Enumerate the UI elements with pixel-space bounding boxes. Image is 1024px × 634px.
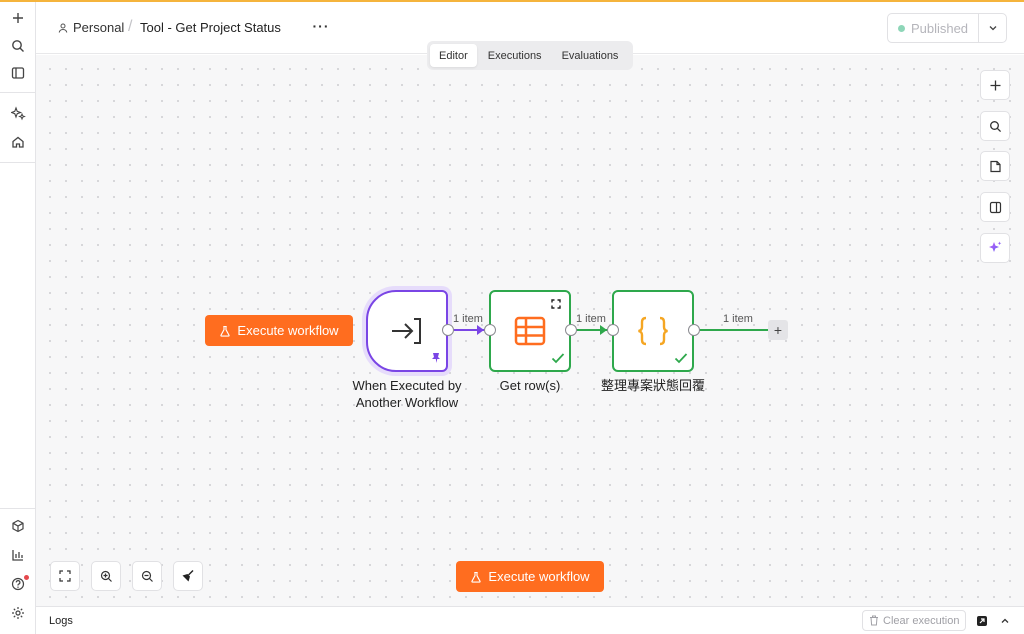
sign-in-arrow-icon (392, 318, 421, 344)
sidebar-divider (0, 162, 36, 163)
add-next-node-button[interactable]: + (768, 320, 788, 340)
left-sidebar (0, 2, 36, 634)
panel-toggle-icon[interactable] (6, 61, 30, 85)
tab-evaluations[interactable]: Evaluations (553, 44, 628, 67)
tidy-up-button[interactable] (173, 561, 203, 591)
templates-cube-icon[interactable] (6, 514, 30, 538)
home-icon[interactable] (6, 130, 30, 154)
zoom-in-icon (100, 570, 112, 582)
publish-dropdown-button[interactable] (978, 14, 1006, 42)
input-port[interactable] (484, 324, 496, 336)
table-icon (514, 316, 546, 346)
connection-item-count: 1 item (723, 313, 753, 325)
tab-editor[interactable]: Editor (430, 44, 477, 67)
breadcrumb-project[interactable]: Personal (58, 20, 124, 35)
chevron-down-icon (989, 26, 996, 31)
success-check-icon (551, 353, 565, 364)
clear-execution-label: Clear execution (883, 614, 960, 627)
focus-icon (551, 299, 561, 309)
workflow-title[interactable]: Tool - Get Project Status (140, 20, 281, 35)
logs-bar[interactable]: Logs Clear execution (36, 606, 1024, 634)
logs-title: Logs (49, 615, 73, 627)
node-trigger[interactable] (366, 290, 448, 372)
chevron-up-icon (1001, 618, 1009, 623)
publish-control: Published (887, 13, 1007, 43)
insights-chart-icon[interactable] (6, 543, 30, 567)
trash-icon (870, 615, 878, 626)
view-tabs: Editor Executions Evaluations (427, 41, 633, 70)
search-icon[interactable] (6, 34, 30, 58)
add-icon[interactable] (6, 6, 30, 30)
node-code[interactable] (612, 290, 694, 372)
broom-icon (182, 570, 194, 582)
fit-view-icon (59, 570, 71, 582)
output-port[interactable] (688, 324, 700, 336)
connection-arrow (600, 325, 607, 335)
breadcrumb-separator: / (128, 18, 133, 35)
connection-arrow (477, 325, 484, 335)
node-label-get-rows: Get row(s) (499, 378, 561, 393)
success-check-icon (674, 353, 688, 364)
sidebar-divider (0, 92, 36, 93)
fit-view-button[interactable] (50, 561, 80, 591)
flask-icon (471, 571, 482, 583)
pin-icon (432, 353, 440, 363)
clear-execution-button[interactable]: Clear execution (862, 610, 967, 631)
published-label: Published (910, 20, 969, 36)
published-button[interactable]: Published (888, 14, 978, 42)
output-port[interactable] (442, 324, 454, 336)
output-port[interactable] (565, 324, 577, 336)
node-get-rows[interactable] (489, 290, 571, 372)
node-label-code: 整理專案狀態回覆 (600, 378, 705, 393)
help-icon[interactable] (6, 572, 30, 596)
zoom-out-icon (141, 570, 153, 582)
project-name: Personal (73, 20, 125, 35)
connection-item-count: 1 item (453, 313, 483, 325)
input-port[interactable] (607, 324, 619, 336)
popout-logs-button[interactable] (974, 613, 990, 629)
sidebar-divider (0, 508, 36, 509)
sparkles-icon[interactable] (6, 101, 30, 125)
execute-workflow-label: Execute workflow (488, 569, 590, 584)
zoom-in-button[interactable] (91, 561, 121, 591)
tab-executions[interactable]: Executions (479, 44, 551, 67)
connection-item-count: 1 item (576, 313, 606, 325)
settings-gear-icon[interactable] (6, 601, 30, 625)
user-icon (58, 23, 68, 33)
notification-dot (24, 575, 29, 580)
more-options-button[interactable]: ··· (310, 16, 332, 38)
workflow-canvas[interactable]: Execute workflow 1 item 1 item 1 item + … (36, 55, 1024, 606)
zoom-out-button[interactable] (132, 561, 162, 591)
expand-logs-button[interactable] (997, 613, 1013, 629)
curly-braces-icon (638, 316, 668, 346)
published-status-dot (897, 24, 905, 32)
pop-out-icon (977, 616, 987, 626)
node-label-trigger: When Executed by Another Workflow (352, 378, 462, 410)
execute-workflow-bottom-button[interactable]: Execute workflow (456, 561, 604, 592)
